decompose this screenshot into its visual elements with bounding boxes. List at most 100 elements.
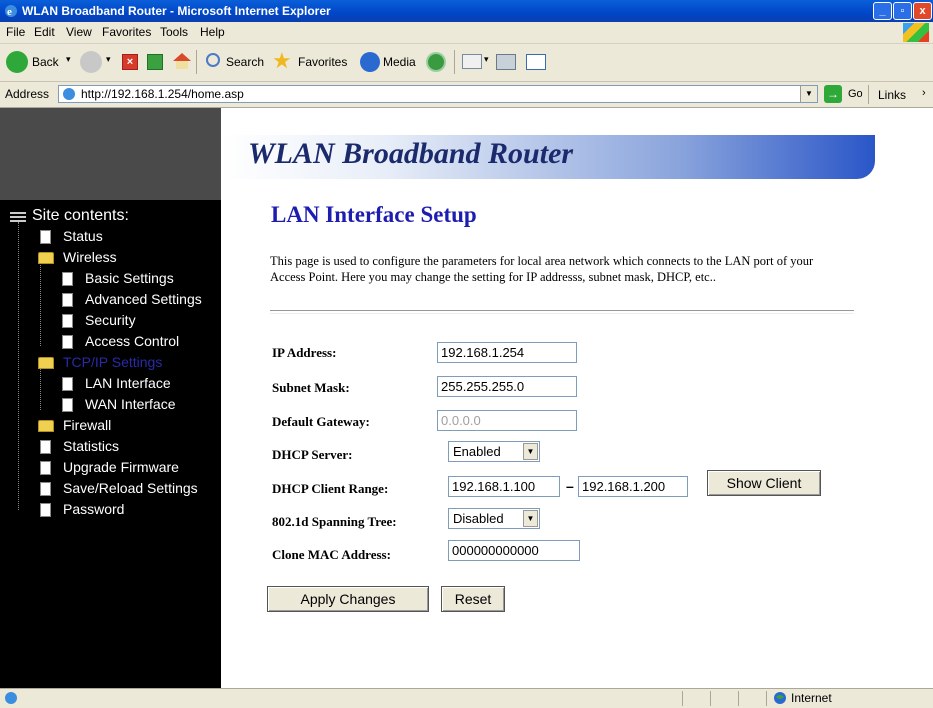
menu-view[interactable]: View: [66, 25, 92, 39]
sidebar-item-password[interactable]: Password: [63, 501, 124, 517]
sidebar-item-basic-settings[interactable]: Basic Settings: [85, 270, 174, 286]
site-contents-icon: [10, 212, 26, 224]
refresh-icon[interactable]: [147, 54, 163, 70]
mail-dropdown-icon[interactable]: ▾: [484, 54, 489, 65]
back-button[interactable]: Back: [32, 55, 59, 69]
range-separator: –: [566, 478, 574, 494]
go-arrow-icon[interactable]: →: [824, 85, 842, 103]
document-icon: [62, 398, 73, 412]
back-dropdown-icon[interactable]: ▾: [66, 54, 71, 65]
address-url: http://192.168.1.254/home.asp: [81, 87, 244, 101]
dhcp-range-start-input[interactable]: 192.168.1.100: [448, 476, 560, 497]
page-icon: [62, 87, 76, 101]
default-gateway-label: Default Gateway:: [272, 414, 370, 429]
menu-file[interactable]: File: [6, 25, 25, 39]
reset-button[interactable]: Reset: [441, 586, 505, 612]
document-icon: [62, 293, 73, 307]
sidebar-item-save-reload-settings[interactable]: Save/Reload Settings: [63, 480, 198, 496]
document-icon: [40, 503, 51, 517]
print-icon[interactable]: [496, 54, 516, 70]
dropdown-arrow-icon: ▼: [523, 443, 538, 460]
folder-icon: [38, 252, 54, 264]
mail-icon[interactable]: [462, 54, 482, 69]
ip-address-label: IP Address:: [272, 345, 337, 360]
sidebar-item-access-control[interactable]: Access Control: [85, 333, 179, 349]
spanning-tree-value: Disabled: [453, 511, 504, 526]
subnet-mask-input[interactable]: 255.255.255.0: [437, 376, 577, 397]
document-icon: [62, 377, 73, 391]
clone-mac-label: Clone MAC Address:: [272, 547, 391, 562]
address-label: Address: [5, 87, 50, 101]
document-icon: [40, 482, 51, 496]
page-title: LAN Interface Setup: [271, 202, 477, 227]
spanning-tree-label: 802.1d Spanning Tree:: [272, 514, 397, 529]
forward-dropdown-icon[interactable]: ▾: [106, 54, 111, 65]
links-chevron-icon[interactable]: ›: [922, 87, 926, 99]
media-button[interactable]: Media: [383, 55, 416, 69]
favorites-star-icon[interactable]: ★: [272, 50, 294, 72]
divider: [270, 310, 854, 314]
spanning-tree-select[interactable]: Disabled ▼: [448, 508, 540, 529]
folder-open-icon: [38, 357, 54, 369]
sidebar-item-advanced-settings[interactable]: Advanced Settings: [85, 291, 202, 307]
document-icon: [40, 440, 51, 454]
address-dropdown-icon[interactable]: ▼: [800, 86, 817, 102]
window-title: WLAN Broadband Router - Microsoft Intern…: [22, 4, 331, 18]
go-button[interactable]: Go: [848, 88, 863, 100]
sidebar-header-area: [0, 108, 221, 200]
dhcp-client-range-label: DHCP Client Range:: [272, 481, 389, 496]
sidebar-item-security[interactable]: Security: [85, 312, 136, 328]
media-icon[interactable]: [360, 52, 380, 72]
dhcp-range-end-input[interactable]: 192.168.1.200: [578, 476, 688, 497]
sidebar-heading: Site contents:: [32, 207, 129, 224]
minimize-button[interactable]: _: [873, 2, 892, 20]
document-icon: [40, 230, 51, 244]
home-icon[interactable]: [172, 52, 192, 70]
links-button[interactable]: Links: [878, 88, 906, 102]
dropdown-arrow-icon: ▼: [523, 510, 538, 527]
document-icon: [62, 335, 73, 349]
menu-help[interactable]: Help: [200, 25, 225, 39]
sidebar-item-status[interactable]: Status: [63, 228, 103, 244]
address-input[interactable]: http://192.168.1.254/home.asp ▼: [58, 85, 818, 103]
maximize-button[interactable]: ▫: [893, 2, 912, 20]
toolbar: Back ▾ ▾ × Search ★ Favorites Media ▾: [0, 44, 933, 82]
page-status-icon: [5, 692, 17, 704]
history-icon[interactable]: [426, 52, 446, 72]
menu-tools[interactable]: Tools: [160, 25, 188, 39]
document-icon: [62, 314, 73, 328]
search-icon[interactable]: [206, 53, 220, 67]
sidebar-item-upgrade-firmware[interactable]: Upgrade Firmware: [63, 459, 179, 475]
banner-title: WLAN Broadband Router: [248, 137, 574, 170]
sidebar-item-firewall[interactable]: Firewall: [63, 417, 111, 433]
clone-mac-input[interactable]: 000000000000: [448, 540, 580, 561]
default-gateway-input[interactable]: 0.0.0.0: [437, 410, 577, 431]
menu-edit[interactable]: Edit: [34, 25, 55, 39]
dhcp-server-label: DHCP Server:: [272, 447, 353, 462]
sidebar-item-tcpip-settings[interactable]: TCP/IP Settings: [63, 354, 162, 370]
subnet-mask-label: Subnet Mask:: [272, 380, 350, 395]
page-description: This page is used to configure the param…: [270, 254, 814, 284]
apply-changes-button[interactable]: Apply Changes: [267, 586, 429, 612]
title-bar: e WLAN Broadband Router - Microsoft Inte…: [0, 0, 933, 22]
sidebar-item-wireless[interactable]: Wireless: [63, 249, 117, 265]
ie-logo-icon: e: [5, 5, 17, 18]
stop-icon[interactable]: ×: [122, 54, 138, 70]
sidebar-item-statistics[interactable]: Statistics: [63, 438, 119, 454]
show-client-button[interactable]: Show Client: [707, 470, 821, 496]
favorites-button[interactable]: Favorites: [298, 55, 347, 69]
windows-logo-icon: [903, 23, 929, 42]
ip-address-input[interactable]: 192.168.1.254: [437, 342, 577, 363]
document-icon: [62, 272, 73, 286]
forward-arrow-icon[interactable]: [80, 51, 102, 73]
back-arrow-icon[interactable]: [6, 51, 28, 73]
edit-icon[interactable]: [526, 54, 546, 70]
search-button[interactable]: Search: [226, 55, 264, 69]
internet-zone-icon: [774, 692, 786, 704]
sidebar-item-lan-interface[interactable]: LAN Interface: [85, 375, 171, 391]
dhcp-server-select[interactable]: Enabled ▼: [448, 441, 540, 462]
close-button[interactable]: x: [913, 2, 932, 20]
svg-text:e: e: [7, 6, 12, 18]
sidebar-item-wan-interface[interactable]: WAN Interface: [85, 396, 176, 412]
menu-favorites[interactable]: Favorites: [102, 25, 151, 39]
